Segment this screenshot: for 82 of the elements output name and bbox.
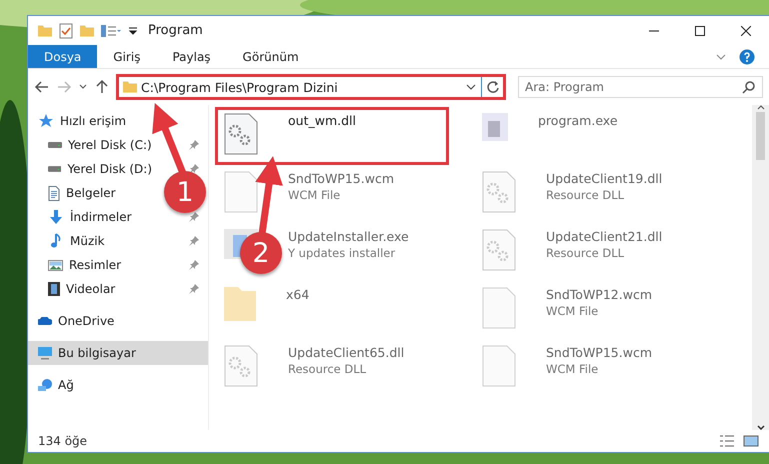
film-icon [48, 282, 60, 296]
window-title: Program [148, 23, 203, 38]
document-icon [48, 186, 60, 200]
scrollbar[interactable] [752, 105, 769, 430]
file-name[interactable]: out_wm.dll [288, 113, 356, 128]
star-icon [38, 113, 54, 129]
minimize-icon [649, 30, 659, 32]
properties-icon [100, 22, 122, 38]
file-type: WCM File [546, 362, 600, 376]
file-name[interactable]: UpdateClient19.dll [546, 171, 662, 186]
refresh-icon [486, 80, 500, 94]
back-button[interactable] [34, 79, 50, 95]
pin-icon[interactable] [188, 283, 200, 295]
drive-icon [48, 142, 62, 148]
up-button[interactable] [94, 79, 110, 95]
file-name[interactable]: program.exe [538, 113, 618, 128]
file-type: Resource DLL [288, 362, 368, 376]
address-bar[interactable]: C:\Program Files\Program Dizini [116, 74, 506, 100]
file-name[interactable]: UpdateInstaller.exe [288, 229, 409, 244]
caret-icon [128, 26, 138, 36]
maximize-icon [695, 26, 705, 36]
pin-icon[interactable] [188, 259, 200, 271]
file-icon [482, 287, 516, 329]
gear-file-icon [224, 345, 258, 387]
download-arrow-icon [48, 209, 64, 225]
sidebar-item[interactable]: İndirmeler [28, 205, 160, 229]
ribbon-tab[interactable]: Dosya [28, 45, 98, 68]
file-item[interactable]: out_wm.dll [215, 107, 449, 165]
gear-file-icon [224, 113, 258, 155]
folder-icon [123, 81, 137, 93]
drive-icon [48, 166, 62, 172]
file-icon [224, 171, 258, 213]
file-name[interactable]: UpdateClient65.dll [288, 345, 404, 360]
file-type: WCM File [546, 304, 600, 318]
program-icon [482, 113, 508, 141]
file-name[interactable]: SndToWP12.wcm [546, 287, 652, 302]
large-icons-view-icon [743, 433, 759, 449]
file-name[interactable]: SndToWP15.wcm [546, 345, 652, 360]
folder-icon [38, 24, 52, 36]
close-icon [741, 26, 751, 36]
sidebar-item[interactable]: Bu bilgisayar [28, 341, 208, 365]
ribbon-tab[interactable]: Giriş [97, 45, 156, 68]
gear-file-icon [482, 229, 516, 271]
sidebar-item[interactable]: Müzik [28, 229, 160, 253]
scroll-up-icon [756, 105, 764, 110]
image-icon [48, 260, 63, 270]
pin-icon[interactable] [188, 163, 200, 175]
pin-icon[interactable] [188, 235, 200, 247]
checklist-icon [58, 22, 74, 38]
file-type: Y updates installer [288, 246, 396, 260]
file-type: Resource DLL [546, 246, 626, 260]
details-view-icon [719, 433, 735, 449]
help-icon [739, 48, 755, 64]
ribbon-tab[interactable]: Paylaş [156, 45, 227, 68]
search-icon [742, 80, 756, 94]
pin-icon[interactable] [188, 211, 200, 223]
sidebar-item[interactable]: Belgeler [28, 181, 160, 205]
sidebar-item[interactable]: Videolar [28, 277, 160, 301]
scrollbar-thumb[interactable] [756, 112, 765, 160]
file-icon [482, 345, 516, 387]
search-field[interactable]: Ara: Program [518, 76, 763, 98]
pin-icon[interactable] [188, 139, 200, 151]
item-count: 134 öğe [38, 434, 88, 448]
sidebar-item[interactable]: Yerel Disk (C:) [28, 133, 160, 157]
sidebar-item[interactable]: Ağ [28, 373, 208, 397]
ribbon-tab[interactable]: Görünüm [226, 45, 315, 68]
new-folder-icon [80, 24, 94, 36]
file-type: Resource DLL [546, 188, 626, 202]
file-type: WCM File [288, 188, 342, 202]
sidebar-item[interactable]: OneDrive [28, 309, 208, 333]
folder-icon [224, 287, 256, 321]
gear-file-icon [482, 171, 516, 213]
computer-icon [38, 346, 52, 360]
sidebar-item[interactable]: Resimler [28, 253, 160, 277]
file-name[interactable]: SndToWP15.wcm [288, 171, 394, 186]
network-icon [38, 379, 52, 391]
file-name[interactable]: x64 [286, 287, 310, 302]
sidebar-item[interactable]: Hızlı erişim [28, 109, 208, 133]
scroll-down-icon [756, 425, 764, 430]
cloud-icon [38, 317, 52, 325]
file-name[interactable]: UpdateClient21.dll [546, 229, 662, 244]
sidebar-item[interactable]: Yerel Disk (D:) [28, 157, 160, 181]
